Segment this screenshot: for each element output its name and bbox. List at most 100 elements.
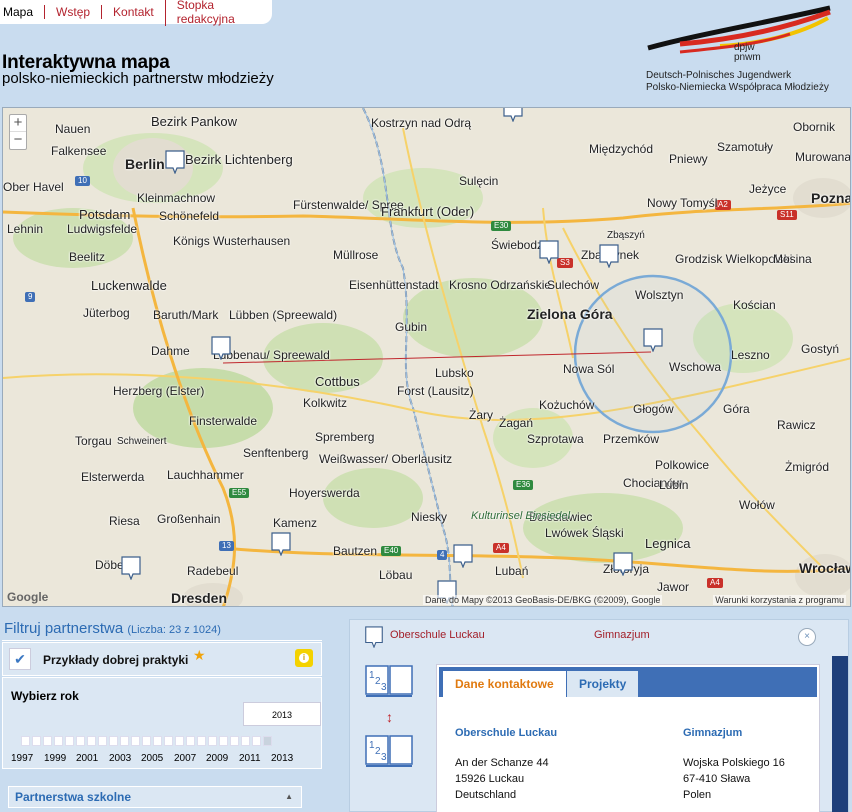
city-label: Legnica [645, 536, 691, 551]
good-practice-checkbox[interactable]: ✔ [9, 648, 31, 670]
city-label: Falkensee [51, 144, 107, 158]
svg-text:3: 3 [381, 752, 387, 763]
school-list-icon[interactable]: 1 2 3 [364, 664, 416, 698]
dpjw-logo[interactable]: dpjw pnwm Deutsch-Polnisches Jugendwerk … [640, 4, 840, 96]
year-tick: 2009 [206, 753, 229, 764]
city-label: Wschowa [669, 360, 722, 374]
detail-scrollbar[interactable] [832, 656, 848, 812]
partnership-marker-icon[interactable] [599, 244, 619, 268]
partnership-marker-icon[interactable] [121, 556, 141, 580]
city-label: Spremberg [315, 430, 375, 444]
partnership-map[interactable]: + − 10 9 13 E55 E36 E30 A2 S11 S3 A4 E40… [2, 107, 851, 607]
school-contact: Oberschule Luckau An der Schanze 44 1592… [455, 725, 557, 803]
city-label: Niesky [411, 510, 448, 524]
city-label: Żmigród [785, 460, 830, 474]
school-contact-name: Oberschule Luckau [455, 727, 558, 739]
google-logo: Google [7, 590, 49, 604]
close-button[interactable]: × [798, 628, 816, 646]
partnership-marker-icon[interactable] [643, 328, 663, 352]
city-label: Berlin [125, 156, 165, 172]
school-list-icon[interactable]: 1 2 3 [364, 734, 416, 768]
partnership-marker-icon[interactable] [165, 150, 185, 174]
road-badge: 4 [437, 550, 448, 560]
city-label: Szamotuły [717, 140, 774, 154]
city-label: Löbau [379, 568, 413, 582]
city-label: Międzychód [589, 142, 654, 156]
partner-street: Wojska Polskiego 16 [683, 757, 785, 769]
nav-mapa[interactable]: Mapa [0, 5, 44, 19]
partnership-marker-icon[interactable] [539, 240, 559, 264]
city-label: Kożuchów [539, 398, 595, 412]
page-subtitle: polsko-niemieckich partnerstw młodzieży [2, 70, 274, 87]
nav-stopka[interactable]: Stopka redakcyjna [164, 0, 272, 26]
city-label: Kolkwitz [303, 396, 348, 410]
city-label: Baruth/Mark [153, 308, 219, 322]
city-label: Wolsztyn [635, 288, 684, 302]
city-label: Leszno [731, 348, 770, 362]
road-badge: E30 [491, 221, 512, 231]
city-label: Großenhain [157, 512, 221, 526]
school-country: Deutschland [455, 789, 517, 801]
good-practice-filter[interactable]: ✔ Przykłady dobrej praktyki ★ i [2, 642, 322, 676]
city-label: Torgau [75, 434, 112, 448]
partner-contact-name: Gimnazjum [683, 727, 743, 739]
nav-wstep[interactable]: Wstęp [44, 5, 101, 19]
road-badge: S11 [777, 210, 797, 220]
zoom-in-button[interactable]: + [10, 115, 26, 132]
swap-icon[interactable]: ↕ [386, 709, 393, 725]
city-label: Sulechów [547, 278, 600, 292]
year-tick: 2013 [271, 753, 294, 764]
city-label: Schweinert [117, 436, 167, 447]
city-label: Kleinmachnow [137, 191, 216, 205]
zoom-out-button[interactable]: − [10, 132, 26, 149]
year-value: 2013 [243, 702, 321, 726]
city-label: Jeżyce [749, 182, 787, 196]
year-tick: 1999 [44, 753, 67, 764]
city-label: Gostyń [801, 342, 840, 356]
city-label: Murowana Goślina [795, 150, 851, 164]
city-label: Rawicz [777, 418, 816, 432]
city-label: Wrocław [799, 560, 851, 576]
road-badge: E36 [513, 480, 534, 490]
city-label: Dahme [151, 344, 190, 358]
city-label: Kościan [733, 298, 776, 312]
nav-kontakt[interactable]: Kontakt [101, 5, 165, 19]
partner-city: 67-410 Sława [683, 773, 751, 785]
city-label: Senftenberg [243, 446, 309, 460]
city-label: Lubsko [435, 366, 474, 380]
star-icon: ★ [193, 647, 206, 663]
filter-title: Filtruj partnerstwa (Liczba: 23 z 1024) [4, 620, 221, 637]
tab-projects[interactable]: Projekty [567, 671, 639, 697]
map-terms-link[interactable]: Warunki korzystania z programu [713, 595, 846, 605]
city-label: Lehnin [7, 222, 44, 236]
partnership-type-select[interactable]: Partnerstwa szkolne ▲▼ [8, 786, 302, 808]
svg-text:3: 3 [381, 682, 387, 693]
partnership-marker-icon[interactable] [503, 107, 523, 122]
partnership-marker-icon[interactable] [613, 552, 633, 576]
close-icon: × [804, 631, 810, 642]
tab-contact[interactable]: Dane kontaktowe [443, 671, 566, 697]
city-label: Dresden [171, 590, 228, 606]
year-tick: 2007 [174, 753, 197, 764]
year-slider[interactable] [21, 736, 274, 746]
city-label: Bezirk Pankow [151, 114, 237, 129]
city-label: Forst (Lausitz) [397, 384, 474, 398]
year-slider-handle[interactable] [263, 736, 272, 746]
city-label: Müllrose [333, 248, 379, 262]
city-label: Szprotawa [527, 432, 584, 446]
logo-abbr-pl: pnwm [734, 52, 761, 63]
partnership-marker-icon[interactable] [453, 544, 473, 568]
city-label: Radebeul [187, 564, 239, 578]
city-label: Jawor [657, 580, 690, 594]
city-label: Cottbus [315, 374, 360, 389]
school-street: An der Schanze 44 [455, 757, 549, 769]
city-label: Eisenhüttenstadt [349, 278, 439, 292]
partnership-marker-icon[interactable] [271, 532, 291, 556]
city-label: Wołów [739, 498, 775, 512]
city-label: Weißwasser/ Oberlausitz [319, 452, 453, 466]
info-button[interactable]: i [295, 649, 313, 667]
road-badge: 9 [25, 292, 36, 302]
year-tick: 2003 [109, 753, 132, 764]
partnership-marker-icon[interactable] [211, 336, 231, 360]
city-label: Frankfurt (Oder) [381, 204, 475, 219]
